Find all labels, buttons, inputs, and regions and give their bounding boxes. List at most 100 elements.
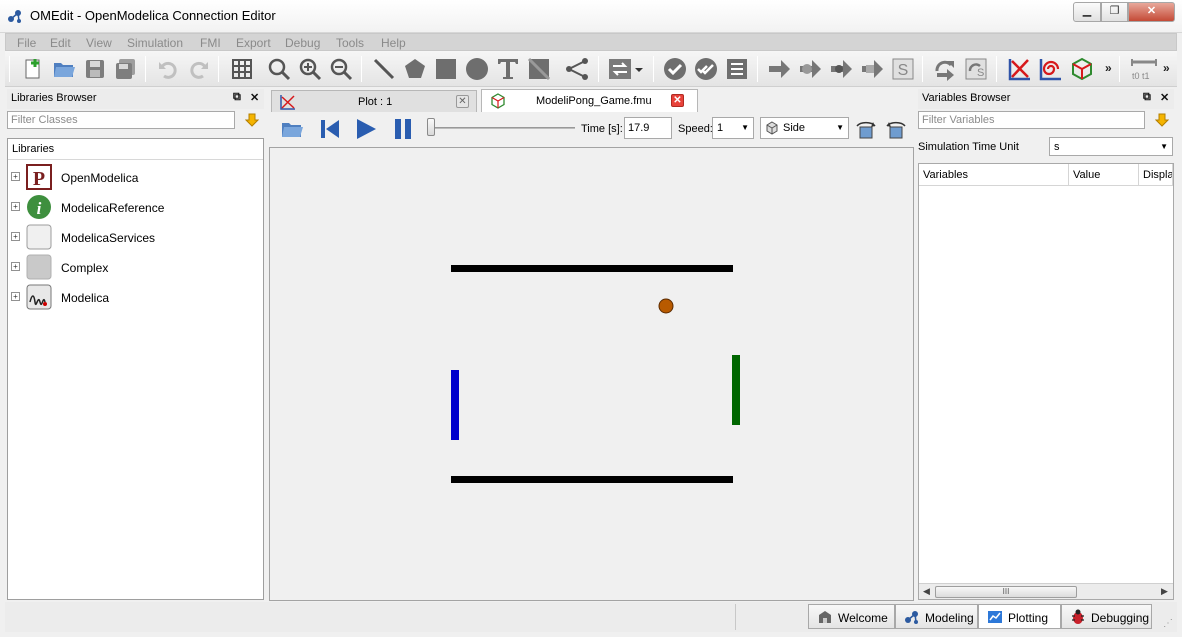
time-manager-icon[interactable]: t0 t1: [1129, 57, 1159, 81]
resize-grip-icon[interactable]: ⋰: [1163, 618, 1173, 629]
column-header-variables[interactable]: Variables: [919, 164, 1069, 186]
menu-export[interactable]: Export: [236, 36, 271, 50]
expand-icon[interactable]: +: [11, 232, 20, 241]
tree-item-modelicaservices[interactable]: + ModelicaServices: [8, 222, 263, 252]
close-tab-icon[interactable]: ✕: [671, 94, 684, 107]
transition-dropdown-icon[interactable]: [633, 57, 645, 81]
save-icon[interactable]: [83, 57, 107, 81]
reload-simulation-icon[interactable]: [933, 57, 957, 81]
simulate-debugger-icon[interactable]: [798, 57, 822, 81]
time-slider-handle[interactable]: [427, 118, 435, 136]
zoom-out-icon[interactable]: [329, 57, 353, 81]
simulate-algorithmic-debugger-icon[interactable]: [829, 57, 853, 81]
float-panel-icon[interactable]: ⧉: [233, 91, 241, 104]
restore-button[interactable]: ❐: [1101, 2, 1128, 22]
simulate-icon[interactable]: [767, 57, 791, 81]
time-unit-select[interactable]: s ▼: [1049, 137, 1173, 156]
menu-debug[interactable]: Debug: [285, 36, 320, 50]
parametric-plot-icon[interactable]: [1039, 57, 1063, 81]
save-all-icon[interactable]: [114, 57, 138, 81]
speed-select[interactable]: 1 ▼: [712, 117, 754, 139]
bitmap-shape-icon[interactable]: [527, 57, 551, 81]
animation-viewport[interactable]: [269, 147, 914, 601]
perspective-welcome[interactable]: Welcome: [808, 604, 895, 629]
rectangle-shape-icon[interactable]: [434, 57, 458, 81]
menu-edit[interactable]: Edit: [50, 36, 71, 50]
simulation-setup-icon[interactable]: S: [891, 57, 915, 81]
menu-view[interactable]: View: [86, 36, 112, 50]
pause-icon[interactable]: [391, 117, 415, 141]
right-paddle: [732, 355, 740, 425]
line-shape-icon[interactable]: [372, 57, 396, 81]
perspective-plotting[interactable]: Plotting: [978, 604, 1061, 629]
rotate-right-icon[interactable]: [884, 117, 908, 141]
rotate-left-icon[interactable]: [854, 117, 878, 141]
zoom-reset-icon[interactable]: [267, 57, 291, 81]
column-header-display[interactable]: Display: [1139, 164, 1173, 186]
tree-item-label: Modelica: [61, 291, 110, 305]
float-panel-icon[interactable]: ⧉: [1143, 91, 1151, 104]
perspective-debugging[interactable]: Debugging: [1061, 604, 1152, 629]
minimize-button[interactable]: ▁: [1073, 2, 1101, 22]
expand-icon[interactable]: +: [11, 292, 20, 301]
open-folder-icon[interactable]: [52, 57, 76, 81]
tree-item-openmodelica[interactable]: + P OpenModelica: [8, 162, 263, 192]
animation-window-icon[interactable]: [1070, 57, 1094, 81]
expand-icon[interactable]: +: [11, 172, 20, 181]
menu-fmi[interactable]: FMI: [200, 36, 221, 50]
package-icon: [26, 224, 52, 250]
reload-setup-icon[interactable]: S: [964, 57, 988, 81]
check-all-models-icon[interactable]: [694, 57, 718, 81]
ellipse-shape-icon[interactable]: [465, 57, 489, 81]
expand-icon[interactable]: +: [11, 262, 20, 271]
menu-tools[interactable]: Tools: [336, 36, 364, 50]
bottom-wall: [451, 476, 733, 483]
horizontal-scrollbar[interactable]: ◀ III ▶: [919, 583, 1173, 599]
arrow-down-icon[interactable]: [1155, 113, 1169, 127]
column-header-value[interactable]: Value: [1069, 164, 1139, 186]
tree-item-modelicareference[interactable]: + i ModelicaReference: [8, 192, 263, 222]
zoom-in-icon[interactable]: [298, 57, 322, 81]
tab-plot-1[interactable]: Plot : 1 ✕: [271, 90, 477, 112]
close-panel-icon[interactable]: ✕: [250, 91, 259, 104]
expand-icon[interactable]: +: [11, 202, 20, 211]
view-select[interactable]: Side ▼: [760, 117, 849, 139]
filter-variables-input[interactable]: [918, 111, 1145, 129]
time-input[interactable]: [624, 117, 672, 139]
grid-icon[interactable]: [230, 57, 254, 81]
plot-window-icon[interactable]: [1008, 57, 1032, 81]
toolbar-overflow-icon[interactable]: »: [1105, 61, 1112, 75]
filter-classes-input[interactable]: [7, 111, 235, 129]
tree-item-modelica[interactable]: + Modelica: [8, 282, 263, 312]
undo-icon[interactable]: [156, 57, 180, 81]
close-panel-icon[interactable]: ✕: [1160, 91, 1169, 104]
open-file-icon[interactable]: [280, 117, 304, 141]
perspective-modeling[interactable]: Modeling: [895, 604, 978, 629]
redo-icon[interactable]: [187, 57, 211, 81]
menu-file[interactable]: File: [17, 36, 36, 50]
tab-modelipong-game[interactable]: ModeliPong_Game.fmu ✕: [481, 89, 698, 112]
arrow-down-icon[interactable]: [245, 113, 259, 127]
scroll-left-icon[interactable]: ◀: [923, 586, 930, 597]
scroll-right-icon[interactable]: ▶: [1161, 586, 1168, 597]
scroll-thumb[interactable]: III: [935, 586, 1077, 598]
simulate-animation-icon[interactable]: [860, 57, 884, 81]
tree-item-complex[interactable]: + Complex: [8, 252, 263, 282]
toolbar-overflow-2-icon[interactable]: »: [1163, 61, 1170, 75]
text-shape-icon[interactable]: [496, 57, 520, 81]
transition-mode-icon[interactable]: [608, 57, 632, 81]
close-window-button[interactable]: ✕: [1128, 2, 1175, 22]
close-tab-icon[interactable]: ✕: [456, 95, 469, 108]
rewind-icon[interactable]: [318, 117, 342, 141]
new-file-icon[interactable]: [21, 57, 45, 81]
title-bar: OMEdit - OpenModelica Connection Editor …: [0, 0, 1182, 33]
instantiate-model-icon[interactable]: [725, 57, 749, 81]
menu-help[interactable]: Help: [381, 36, 406, 50]
menu-simulation[interactable]: Simulation: [127, 36, 183, 50]
play-icon[interactable]: [354, 117, 378, 141]
libraries-tree-header: Libraries: [8, 139, 263, 160]
connect-mode-icon[interactable]: [565, 57, 589, 81]
check-model-icon[interactable]: [663, 57, 687, 81]
polygon-shape-icon[interactable]: [403, 57, 427, 81]
time-slider-track[interactable]: [427, 127, 575, 129]
